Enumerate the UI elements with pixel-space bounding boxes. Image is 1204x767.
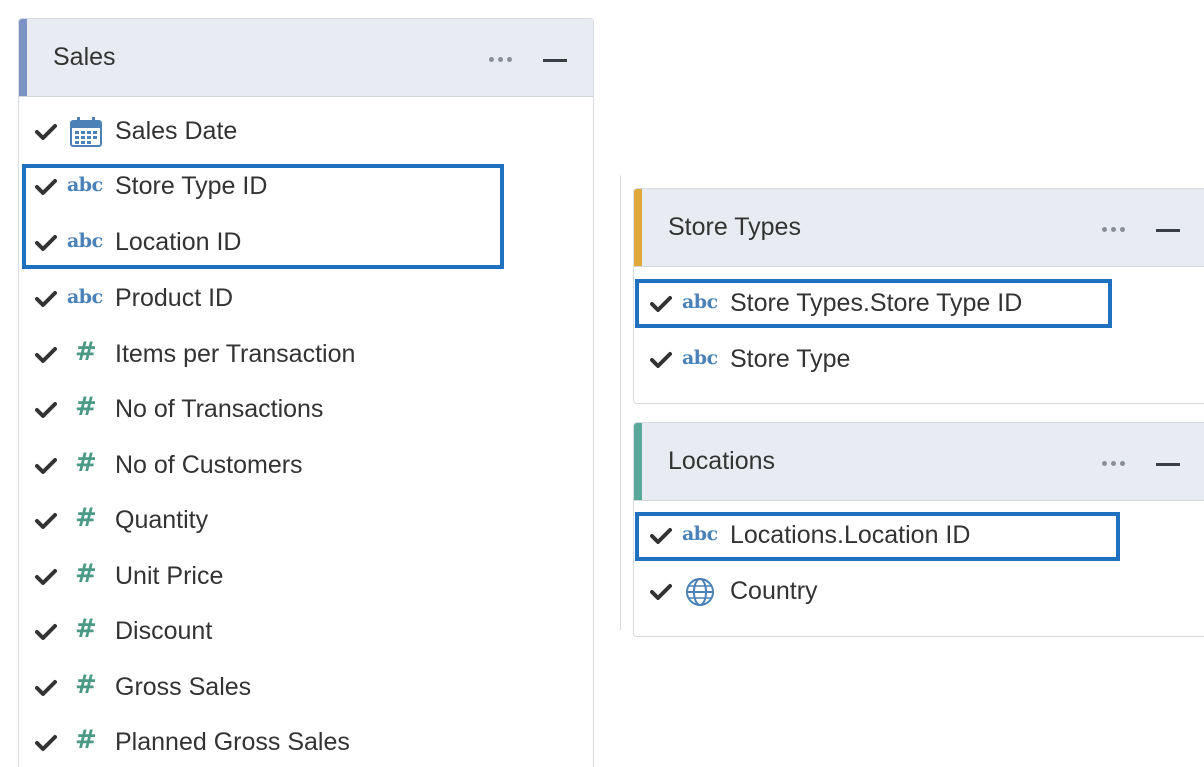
store-types-panel-header: Store Types	[634, 189, 1204, 267]
locations-accent-bar	[634, 423, 642, 500]
check-icon[interactable]	[650, 583, 672, 601]
highlight-box-sales-keys	[22, 164, 504, 269]
check-icon[interactable]	[35, 290, 57, 308]
field-label: Gross Sales	[115, 673, 252, 701]
field-label: No of Transactions	[115, 395, 324, 423]
field-label: Discount	[115, 617, 213, 645]
field-row-items-per-transaction[interactable]: # Items per Transaction	[19, 326, 593, 382]
field-label: Store Type	[730, 345, 851, 373]
number-type-icon: #	[75, 670, 97, 700]
collapse-icon[interactable]	[1156, 229, 1180, 232]
more-options-icon[interactable]	[1102, 461, 1128, 467]
number-type-icon: #	[75, 392, 97, 422]
text-type-icon: abc	[682, 347, 718, 369]
field-label: Product ID	[115, 284, 234, 312]
locations-panel-header: Locations	[634, 423, 1204, 501]
collapse-icon[interactable]	[1156, 463, 1180, 466]
check-icon[interactable]	[35, 568, 57, 586]
more-options-icon[interactable]	[1102, 227, 1128, 233]
check-icon[interactable]	[35, 679, 57, 697]
locations-panel-title: Locations	[668, 447, 776, 475]
sales-panel: Sales Sales Date abc Store Type ID abc L…	[18, 18, 594, 767]
check-icon[interactable]	[35, 346, 57, 364]
sales-accent-bar	[19, 19, 27, 96]
number-type-icon: #	[75, 614, 97, 644]
collapse-icon[interactable]	[543, 59, 567, 62]
check-icon[interactable]	[35, 401, 57, 419]
number-type-icon: #	[75, 559, 97, 589]
field-row-gross-sales[interactable]: # Gross Sales	[19, 659, 593, 715]
highlight-box-store-type-key	[635, 279, 1112, 328]
field-row-no-of-customers[interactable]: # No of Customers	[19, 437, 593, 493]
text-type-icon: abc	[67, 286, 103, 308]
store-types-accent-bar	[634, 189, 642, 266]
field-label: Sales Date	[115, 117, 238, 145]
check-icon[interactable]	[35, 457, 57, 475]
check-icon[interactable]	[35, 734, 57, 752]
highlight-box-location-key	[635, 512, 1120, 561]
number-type-icon: #	[75, 503, 97, 533]
field-label: Planned Gross Sales	[115, 728, 350, 756]
field-row-sales-date[interactable]: Sales Date	[19, 103, 593, 159]
field-label: Country	[730, 577, 818, 605]
check-icon[interactable]	[35, 623, 57, 641]
field-row-country[interactable]: Country	[634, 563, 1204, 619]
field-row-no-of-transactions[interactable]: # No of Transactions	[19, 381, 593, 437]
field-row-planned-gross-sales[interactable]: # Planned Gross Sales	[19, 714, 593, 767]
field-row-quantity[interactable]: # Quantity	[19, 492, 593, 548]
check-icon[interactable]	[650, 351, 672, 369]
sales-panel-header: Sales	[19, 19, 593, 97]
check-icon[interactable]	[35, 123, 57, 141]
field-label: Quantity	[115, 506, 209, 534]
field-label: No of Customers	[115, 451, 303, 479]
store-types-panel-title: Store Types	[668, 213, 801, 241]
divider-line	[620, 175, 621, 630]
sales-panel-title: Sales	[53, 43, 116, 71]
number-type-icon: #	[75, 448, 97, 478]
field-row-discount[interactable]: # Discount	[19, 603, 593, 659]
number-type-icon: #	[75, 337, 97, 367]
number-type-icon: #	[75, 725, 97, 755]
globe-icon	[684, 576, 716, 613]
field-row-unit-price[interactable]: # Unit Price	[19, 548, 593, 604]
calendar-icon	[69, 116, 103, 153]
field-row-product-id[interactable]: abc Product ID	[19, 270, 593, 326]
check-icon[interactable]	[35, 512, 57, 530]
more-options-icon[interactable]	[489, 57, 515, 63]
field-row-store-type[interactable]: abc Store Type	[634, 331, 1204, 387]
field-label: Items per Transaction	[115, 340, 356, 368]
field-label: Unit Price	[115, 562, 224, 590]
